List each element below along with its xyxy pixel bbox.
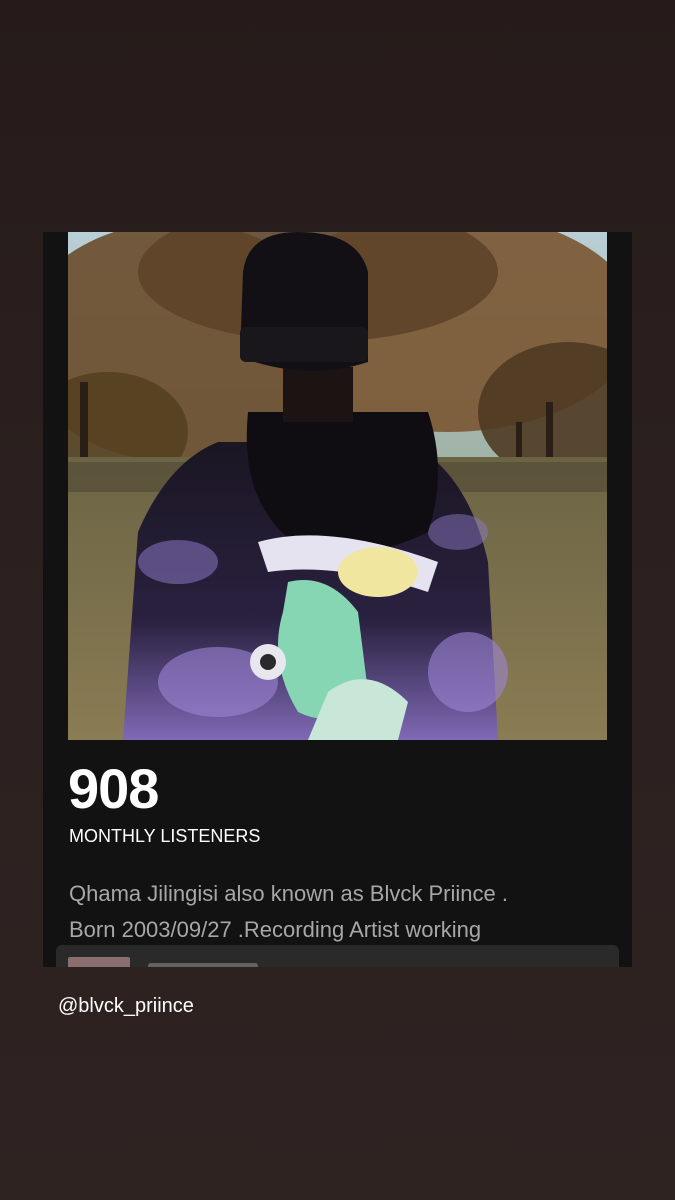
artist-photo	[68, 232, 607, 740]
artist-bio[interactable]: Qhama Jilingisi also known as Blvck Prii…	[69, 876, 609, 948]
artist-photo-image	[68, 232, 607, 740]
bio-line: Qhama Jilingisi also known as Blvck Prii…	[69, 881, 508, 906]
mention-sticker[interactable]: @blvck_priince	[58, 994, 194, 1018]
monthly-listeners-label: MONTHLY LISTENERS	[69, 826, 261, 846]
next-section-text	[148, 963, 258, 967]
next-section-preview[interactable]	[56, 945, 619, 967]
monthly-listeners-count: 908	[68, 757, 159, 820]
bio-line: Born 2003/09/27 .Recording Artist workin…	[69, 917, 482, 942]
next-section-thumbnail	[68, 957, 130, 967]
artist-card: 908 MONTHLY LISTENERS Qhama Jilingisi al…	[43, 232, 632, 967]
